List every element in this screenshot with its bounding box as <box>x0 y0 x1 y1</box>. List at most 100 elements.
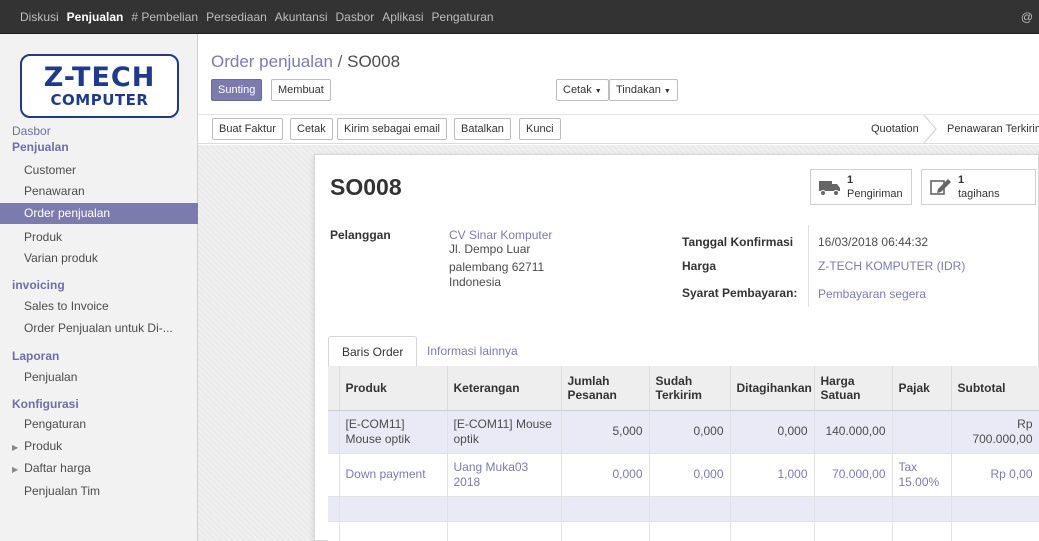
row-handle <box>328 453 340 497</box>
address-line-3: Indonesia <box>449 275 502 289</box>
table-empty-row <box>328 521 1039 541</box>
sidebar-heading-konfigurasi: Konfigurasi <box>12 397 79 411</box>
col-header-subtotal[interactable]: Subtotal <box>951 366 1039 411</box>
smart-button-delivery[interactable]: 1 Pengiriman <box>810 169 912 205</box>
menu-pembelian[interactable]: # Pembelian <box>131 10 198 24</box>
col-header-ordered-qty[interactable]: Jumlah Pesanan <box>561 366 650 411</box>
sidebar-item-penjualan-tim[interactable]: Penjualan Tim <box>0 481 198 502</box>
invoice-label: tagihans <box>958 188 1000 200</box>
order-lines-table: Produk Keterangan Jumlah Pesanan Sudah T… <box>328 366 1039 541</box>
sidebar-item-penawaran[interactable]: Penawaran <box>0 181 198 202</box>
sidebar-item-order-penjualan[interactable]: Order penjualan <box>0 203 198 224</box>
sidebar-item-order-untuk-ditagih[interactable]: Order Penjualan untuk Di-... <box>0 318 198 339</box>
sidebar-item-pengaturan[interactable]: Pengaturan <box>0 414 198 435</box>
table-header-row: Produk Keterangan Jumlah Pesanan Sudah T… <box>328 366 1039 411</box>
table-empty-row <box>328 496 1039 522</box>
breadcrumb-parent[interactable]: Order penjualan <box>211 52 333 71</box>
confirm-date-label: Tanggal Konfirmasi <box>682 235 794 249</box>
sidebar-heading-penjualan: Penjualan <box>12 140 69 154</box>
cell-product: Down payment <box>339 453 448 497</box>
invoice-count: 1 <box>958 174 965 186</box>
cell-invoiced: 0,000 <box>730 410 815 454</box>
col-header-unit-price[interactable]: Harga Satuan <box>814 366 893 411</box>
menu-diskusi[interactable]: Diskusi <box>20 10 59 24</box>
sidebar-item-produk[interactable]: Produk <box>0 227 198 248</box>
row-handle <box>328 410 340 454</box>
breadcrumb-separator: / <box>337 52 343 71</box>
customer-label: Pelanggan <box>330 228 391 242</box>
lock-button[interactable]: Kunci <box>519 118 561 140</box>
tab-order-lines[interactable]: Baris Order <box>328 336 418 367</box>
menu-pengaturan[interactable]: Pengaturan <box>432 10 494 24</box>
sidebar-heading-laporan: Laporan <box>12 349 60 363</box>
logo-line-2: COMPUTER <box>50 90 149 109</box>
cell-delivered: 0,000 <box>649 453 731 497</box>
cancel-button[interactable]: Batalkan <box>454 118 511 140</box>
sidebar-item-sales-to-invoice[interactable]: Sales to Invoice <box>0 296 198 317</box>
menu-aplikasi[interactable]: Aplikasi <box>382 10 423 24</box>
tab-other-info[interactable]: Informasi lainnya <box>414 336 531 367</box>
send-email-button[interactable]: Kirim sebagai email <box>337 118 447 140</box>
col-header-product[interactable]: Produk <box>339 366 448 411</box>
col-header-tax[interactable]: Pajak <box>892 366 952 411</box>
delivery-label: Pengiriman <box>847 188 903 200</box>
cell-product: [E-COM11] Mouse optik <box>339 410 448 454</box>
sidebar-item-daftar-harga[interactable]: ▶ Daftar harga <box>0 458 198 479</box>
print-button[interactable]: Cetak <box>290 118 333 140</box>
edit-icon <box>930 179 951 195</box>
table-row[interactable]: [E-COM11] Mouse optik [E-COM11] Mouse op… <box>328 410 1039 454</box>
cell-ordered-qty: 5,000 <box>561 410 650 454</box>
stage-quotation-sent[interactable]: Penawaran Terkirim <box>947 115 1039 143</box>
caret-right-icon: ▶ <box>12 443 19 452</box>
menu-akuntansi[interactable]: Akuntansi <box>275 10 328 24</box>
stage-quotation[interactable]: Quotation <box>871 115 919 143</box>
sidebar-item-customer[interactable]: Customer <box>0 160 198 181</box>
create-invoice-button[interactable]: Buat Faktur <box>212 118 283 140</box>
smart-button-invoices[interactable]: 1 tagihans <box>921 169 1036 205</box>
caret-right-icon: ▶ <box>12 465 19 474</box>
company-logo[interactable]: Z-TECH COMPUTER <box>20 54 179 118</box>
address-line-1: Jl. Dempo Luar <box>449 242 531 256</box>
cell-unit-price: 70.000,00 <box>814 453 893 497</box>
menu-dasbor[interactable]: Dasbor <box>336 10 375 24</box>
top-menu-bar: Diskusi Penjualan # Pembelian Persediaan… <box>0 0 1039 34</box>
notebook-tabs: Baris Order Informasi lainnya <box>328 336 1039 367</box>
col-header-delivered[interactable]: Sudah Terkirim <box>649 366 731 411</box>
cell-description: Uang Muka03 2018 <box>447 453 562 497</box>
sidebar-item-dasbor[interactable]: Dasbor <box>12 124 51 138</box>
cell-tax <box>892 410 952 454</box>
confirm-date-value: 16/03/2018 06:44:32 <box>818 235 929 249</box>
action-label: Tindakan <box>616 84 661 96</box>
cell-description: [E-COM11] Mouse optik <box>447 410 562 454</box>
handle-header <box>328 366 340 411</box>
sidebar-item-laporan-penjualan[interactable]: Penjualan <box>0 367 198 388</box>
sidebar-item-konfig-produk[interactable]: ▶ Produk <box>0 436 198 457</box>
print-label: Cetak <box>563 84 592 96</box>
cell-invoiced: 1,000 <box>730 453 815 497</box>
address-line-2: palembang 62711 <box>449 260 545 274</box>
caret-down-icon: ▼ <box>663 88 671 95</box>
menu-persediaan[interactable]: Persediaan <box>206 10 267 24</box>
menu-penjualan[interactable]: Penjualan <box>67 10 124 24</box>
col-header-invoiced[interactable]: Ditagihankan <box>730 366 815 411</box>
breadcrumb-current: SO008 <box>347 52 401 71</box>
customer-link[interactable]: CV Sinar Komputer <box>449 228 552 242</box>
cell-ordered-qty: 0,000 <box>561 453 650 497</box>
stage-separator-icon <box>923 115 937 143</box>
table-row[interactable]: Down payment Uang Muka03 2018 0,000 0,00… <box>328 453 1039 497</box>
create-button[interactable]: Membuat <box>271 79 331 101</box>
col-header-description[interactable]: Keterangan <box>447 366 562 411</box>
field-divider <box>808 225 809 307</box>
truck-icon <box>819 181 840 196</box>
sidebar-item-varian-produk[interactable]: Varian produk <box>0 248 198 269</box>
payment-terms-link[interactable]: Pembayaran segera <box>818 287 926 301</box>
action-dropdown[interactable]: Tindakan ▼ <box>609 79 678 101</box>
sidebar-item-label: Produk <box>24 439 63 453</box>
user-menu[interactable]: @ <box>1021 10 1033 24</box>
pricelist-link[interactable]: Z-TECH KOMPUTER (IDR) <box>818 259 965 273</box>
print-dropdown[interactable]: Cetak ▼ <box>556 79 609 101</box>
top-menu: Diskusi Penjualan # Pembelian Persediaan… <box>20 0 502 34</box>
edit-button[interactable]: Sunting <box>211 79 263 101</box>
cell-unit-price: 140.000,00 <box>814 410 893 454</box>
cell-subtotal: Rp 700.000,00 <box>951 410 1039 454</box>
